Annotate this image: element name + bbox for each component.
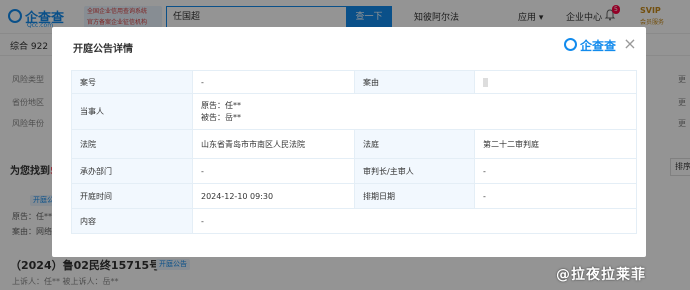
hearing-notice-dialog: 开庭公告详情 企查查 × 案号 - 案由 当事人 原告：任** 被告：岳** 法… — [52, 27, 646, 257]
defendant-line: 被告：岳** — [201, 112, 241, 122]
party-label: 当事人 — [71, 93, 193, 130]
party-value: 原告：任** 被告：岳** — [192, 93, 637, 130]
table-row: 承办部门 - 审判长/主审人 - — [71, 158, 637, 184]
tribunal-label: 法庭 — [354, 129, 475, 159]
judge-value: - — [474, 158, 637, 184]
schedule-value: - — [474, 183, 637, 209]
table-row: 内容 - — [71, 208, 637, 234]
table-row: 开庭时间 2024-12-10 09:30 排期日期 - — [71, 183, 637, 209]
table-row: 案号 - 案由 — [71, 70, 637, 94]
detail-table: 案号 - 案由 当事人 原告：任** 被告：岳** 法院 山东省青岛市市南区人民… — [71, 70, 637, 234]
dept-label: 承办部门 — [71, 158, 193, 184]
dialog-title: 开庭公告详情 — [73, 44, 133, 55]
case-no-label: 案号 — [71, 70, 193, 94]
dialog-logo-text: 企查查 — [580, 39, 617, 53]
dept-value: - — [192, 158, 355, 184]
court-value: 山东省青岛市市南区人民法院 — [192, 129, 355, 159]
table-row: 当事人 原告：任** 被告：岳** — [71, 93, 637, 130]
logo-mark-icon — [564, 38, 577, 51]
tribunal-value: 第二十二审判庭 — [474, 129, 637, 159]
watermark-text: @拉夜拉莱菲 — [556, 267, 646, 283]
cause-value — [474, 70, 637, 94]
court-label: 法院 — [71, 129, 193, 159]
content-value: - — [192, 208, 637, 234]
content-label: 内容 — [71, 208, 193, 234]
time-value: 2024-12-10 09:30 — [192, 183, 355, 209]
cause-label: 案由 — [354, 70, 475, 94]
time-label: 开庭时间 — [71, 183, 193, 209]
judge-label: 审判长/主审人 — [354, 158, 475, 184]
schedule-label: 排期日期 — [354, 183, 475, 209]
case-no-value: - — [192, 70, 355, 94]
plaintiff-line: 原告：任** — [201, 100, 241, 110]
table-row: 法院 山东省青岛市市南区人民法院 法庭 第二十二审判庭 — [71, 129, 637, 159]
redacted-block — [483, 77, 488, 87]
close-icon[interactable]: × — [622, 35, 638, 53]
